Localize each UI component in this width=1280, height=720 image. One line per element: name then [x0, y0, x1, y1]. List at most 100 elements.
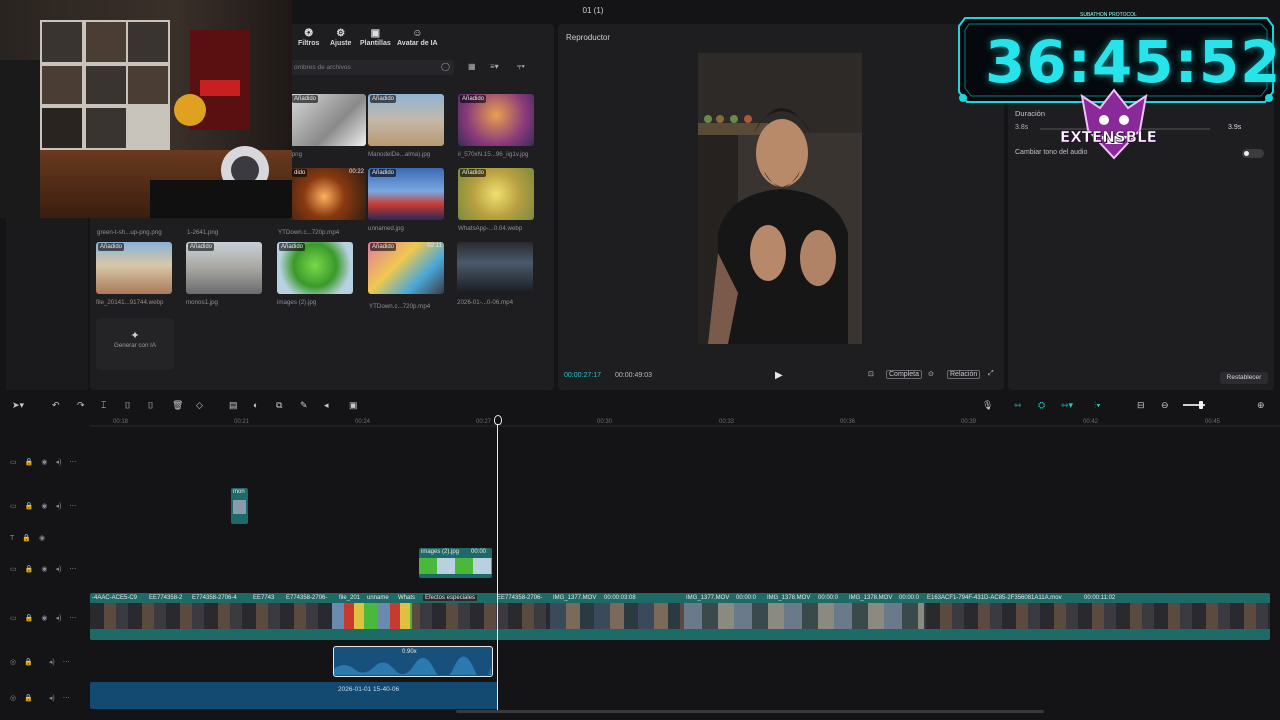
eye-icon: ◉ — [41, 459, 48, 466]
clip-label: Whats — [398, 595, 416, 601]
full-quality-button[interactable]: Completa — [886, 370, 922, 379]
pitch-toggle[interactable] — [1242, 149, 1264, 158]
audio-clip[interactable] — [90, 682, 498, 709]
media-item[interactable]: Añadido WhatsApp-...0.04.webp — [458, 168, 538, 232]
speaker-icon: ◂) — [55, 615, 62, 622]
audio-speed-label: 0.90x — [402, 649, 417, 655]
track-controls[interactable]: ▭ 🔒 ◉ ◂) ⋯ — [10, 458, 84, 466]
magnet-icon[interactable]: ⛭ — [1038, 400, 1045, 411]
video-preview[interactable] — [698, 53, 862, 344]
microphone-icon[interactable]: 🎙 — [982, 400, 993, 411]
clip-label: 00:00:0 — [736, 595, 757, 601]
video-frame — [698, 53, 862, 344]
media-item[interactable]: Añadido il_570xN.15...96_iig1v.jpg — [458, 94, 538, 158]
audio-track-icon: ◎ — [10, 659, 17, 666]
current-time: 00:00:27:17 — [564, 372, 601, 379]
file-search-input[interactable]: ombres de archivos ◯ — [288, 60, 454, 75]
lock-icon: 🔒 — [24, 566, 34, 573]
redo-icon[interactable]: ↷ — [77, 400, 85, 411]
filters-icon: ❂ — [304, 28, 313, 39]
media-item[interactable]: Añadido images (2).jpg — [277, 242, 357, 306]
link-icon[interactable]: ⇿▾ — [1061, 400, 1073, 411]
tick-label: 00:45 — [1205, 419, 1221, 425]
track-icon: ▭ — [10, 459, 17, 466]
lock-icon: 🔒 — [22, 535, 31, 542]
audio-split-icon[interactable]: ◂ — [324, 400, 329, 411]
speaker-icon: ◂) — [55, 566, 62, 573]
sort-icon[interactable]: ≡▾ — [490, 62, 499, 71]
media-item[interactable]: Añadido unnamed.jpg — [368, 168, 448, 232]
tab-templates[interactable]: ▣ Plantillas — [360, 28, 391, 47]
select-tool-icon[interactable]: ➤▾ — [12, 400, 24, 411]
track-controls[interactable]: ▭ 🔒 ◉ ◂) ⋯ — [10, 502, 84, 510]
fullscreen-icon[interactable]: ⤢ — [988, 370, 994, 378]
generate-ai-button[interactable]: ✦ Generar con IA — [96, 318, 174, 370]
tab-adjust[interactable]: ⚙ Ajuste — [330, 28, 351, 47]
speaker-icon: ◂) — [48, 659, 55, 666]
tick-label: 00:39 — [961, 419, 977, 425]
duration-value[interactable]: 3.9s — [1228, 124, 1241, 131]
track-controls[interactable]: ▭ 🔒 ◉ ◂) ⋯ — [10, 565, 84, 573]
adjust-icon[interactable]: ⧉ — [276, 400, 282, 411]
delete-icon[interactable]: 🗑 — [172, 400, 183, 411]
media-item[interactable]: Añadido ManodelDe...alma).jpg — [368, 94, 448, 158]
images-clip[interactable]: images (2).jpg 00:00 — [419, 548, 492, 578]
media-item[interactable]: Añadido file_20141...91744.webp — [96, 242, 176, 306]
filter-icon[interactable]: ⫧▾ — [517, 62, 525, 72]
shield-icon[interactable]: ◇ — [196, 400, 203, 411]
clip-label: IMG_1377.MOV — [553, 595, 597, 601]
split-left-icon[interactable]: ⌷ — [125, 400, 130, 411]
media-item[interactable]: dido 00:22 — [290, 168, 370, 220]
overlay-clip[interactable]: mon — [231, 488, 248, 524]
media-item[interactable]: Añadido .png — [290, 94, 370, 158]
effect-icon[interactable]: ◐ — [253, 400, 258, 410]
zoom-out-icon[interactable]: ⊖ — [1161, 400, 1169, 411]
playhead-handle[interactable] — [494, 415, 502, 425]
clip-label: 00:00:0 — [899, 595, 920, 601]
undo-icon[interactable]: ↶ — [52, 400, 60, 411]
zoom-in-icon[interactable]: ⊕ — [1257, 400, 1265, 411]
search-icon[interactable]: ◯ — [441, 62, 450, 71]
effects-clip-label: Efectos especiales — [423, 595, 478, 601]
snapshot-icon[interactable]: ⊙ — [928, 370, 934, 378]
clip-label: unname — [367, 595, 389, 601]
player-title: Reproductor — [566, 33, 611, 42]
tick-label: 00:36 — [840, 419, 856, 425]
track-controls[interactable]: ▭ 🔒 ◉ ◂) ⋯ — [10, 614, 84, 622]
playhead[interactable] — [497, 420, 498, 710]
split-icon[interactable]: ⌶ — [101, 400, 106, 411]
track-controls[interactable]: ◎ 🔒 ◂) ⋯ — [10, 694, 78, 702]
caption-icon[interactable]: ▣ — [349, 400, 358, 411]
audio-track-icon: ◎ — [10, 695, 17, 702]
clip-label: E774358-2706- — [286, 595, 328, 601]
media-item[interactable]: Añadido 02:11 — [368, 242, 448, 294]
tab-filters[interactable]: ❂ Filtros — [298, 28, 319, 47]
media-item[interactable]: Añadido monos1.jpg — [186, 242, 266, 306]
timeline-ruler[interactable] — [90, 414, 1280, 428]
magic-icon[interactable]: ✎ — [300, 400, 308, 411]
media-item[interactable]: 2026-01-...0-06.mp4 — [457, 242, 537, 306]
crop-icon[interactable]: ⊡ — [868, 370, 874, 378]
timeline-scrollbar[interactable] — [456, 710, 1044, 713]
eye-icon: ◉ — [41, 503, 48, 510]
grid-view-icon[interactable]: ▦ — [468, 62, 476, 71]
clip-label: IMG_1378.MOV — [849, 595, 893, 601]
freeze-icon[interactable]: ▤ — [229, 400, 238, 411]
preview-axis-icon[interactable]: ⫶▾ — [1094, 400, 1101, 411]
track-controls[interactable]: T 🔒 ◉ — [10, 534, 53, 542]
audio-clip-label: 2026-01-01 15-40-06 — [338, 686, 400, 693]
fit-icon[interactable]: ⊟ — [1137, 400, 1145, 411]
aspect-ratio-button[interactable]: Relación — [947, 370, 981, 379]
reset-button[interactable]: Restablecer — [1220, 372, 1268, 384]
tab-ai-avatar[interactable]: ☺ Avatar de IA — [397, 28, 438, 47]
eye-icon: ◉ — [41, 566, 48, 573]
more-icon: ⋯ — [62, 659, 70, 666]
track-controls[interactable]: ◎ 🔒 ◂) ⋯ — [10, 658, 78, 666]
more-icon: ⋯ — [69, 459, 77, 466]
clip-label: 00:00:11:02 — [1084, 595, 1116, 601]
track-icon: ▭ — [10, 566, 17, 573]
zoom-handle[interactable] — [1199, 401, 1203, 409]
play-button[interactable]: ▶ — [775, 370, 785, 382]
link-main-icon[interactable]: ⇿ — [1014, 400, 1022, 411]
split-right-icon[interactable]: ⌷ — [148, 400, 153, 411]
